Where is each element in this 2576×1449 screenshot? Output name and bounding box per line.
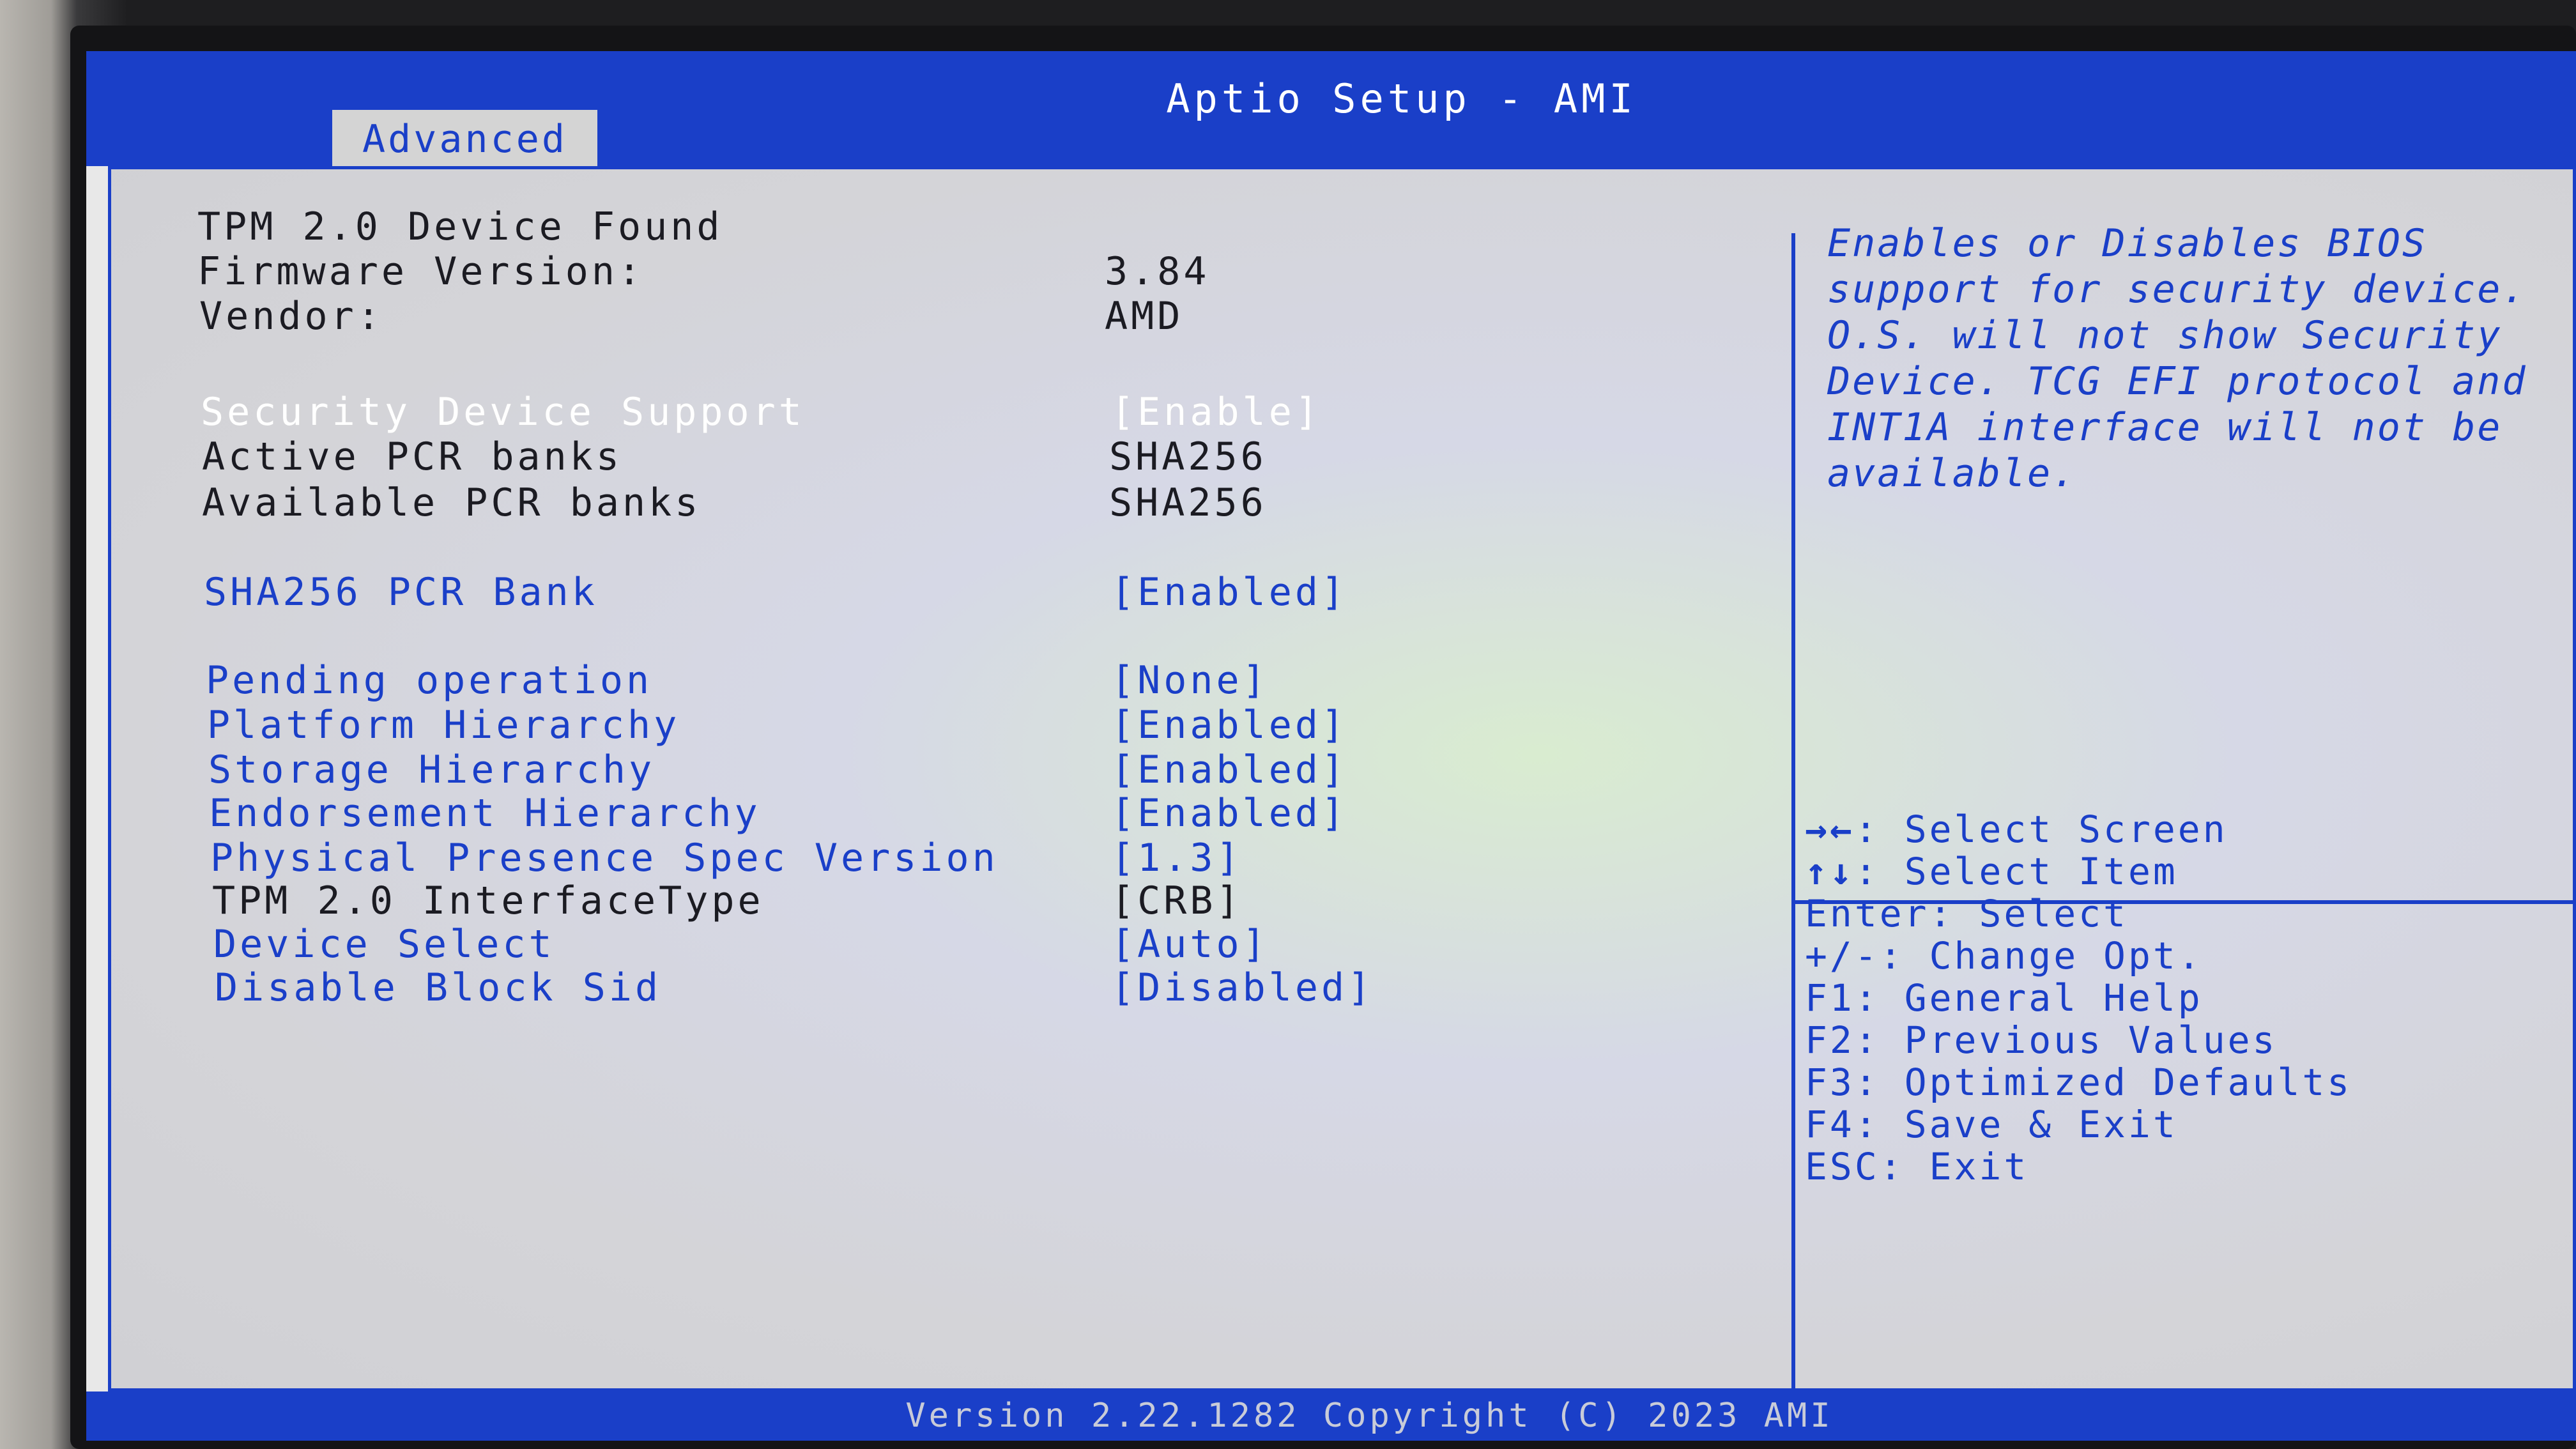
firmware-version-value: 3.84 [1105,249,1210,294]
row-label: Endorsement Hierarchy [209,791,761,836]
security-device-support-value[interactable]: [Enable] [1111,390,1321,434]
storage-hierarchy-value[interactable]: [Enabled] [1111,747,1347,792]
tab-advanced[interactable]: Advanced [332,110,597,167]
up-down-arrows-icon: ↑↓ [1805,850,1855,893]
row-label: Storage Hierarchy [208,747,656,792]
row-label: SHA256 PCR Bank [204,570,598,615]
panel-divider-vertical [1791,233,1795,1431]
active-pcr-banks-value: SHA256 [1109,434,1267,479]
row-label: Pending operation [206,658,653,703]
disable-block-sid-value[interactable]: [Disabled] [1111,965,1374,1010]
row-label: Vendor: [199,294,383,339]
key-change-opt: +/-: Change Opt. [1805,934,2203,977]
device-select-value[interactable]: [Auto] [1111,922,1269,967]
key-esc: ESC: Exit [1805,1145,2029,1188]
key-select-item: ↑↓: Select Item [1805,850,2178,893]
available-pcr-banks-value: SHA256 [1109,480,1267,525]
help-text: Enables or Disables BIOS support for sec… [1827,221,2527,496]
platform-hierarchy-value[interactable]: [Enabled] [1111,703,1347,747]
key-f4: F4: Save & Exit [1805,1103,2178,1146]
row-label: Platform Hierarchy [207,703,680,747]
row-label: Active PCR banks [202,434,622,479]
row-label: Security Device Support [201,390,805,434]
key-f1: F1: General Help [1805,976,2203,1020]
title-bar: Aptio Setup - AMI Advanced [86,51,2576,167]
version-footer: Version 2.22.1282 Copyright (C) 2023 AMI [905,1397,1834,1435]
row-label: Device Select [213,922,555,967]
vendor-value: AMD [1105,294,1184,339]
physical-presence-spec-version-value[interactable]: [1.3] [1111,836,1243,880]
row-label: Disable Block Sid [215,965,662,1010]
endorsement-hierarchy-value[interactable]: [Enabled] [1111,791,1347,836]
key-f2: F2: Previous Values [1805,1018,2278,1062]
tpm-interface-type-value: [CRB] [1111,878,1243,923]
pending-operation-value[interactable]: [None] [1111,658,1269,703]
status-bar: Version 2.22.1282 Copyright (C) 2023 AMI [86,1392,2576,1441]
key-legend: →←: Select Screen ↑↓: Select Item Enter:… [1805,808,2352,1188]
sha256-pcr-bank-value[interactable]: [Enabled] [1111,570,1347,615]
row-label: TPM 2.0 InterfaceType [212,878,764,923]
row-label: Firmware Version: [197,249,645,294]
row-label: Available PCR banks [202,480,702,525]
bios-screen: Aptio Setup - AMI Advanced TPM 2.0 Devic… [86,51,2576,1441]
row-label: Physical Presence Spec Version [210,836,999,880]
key-select-screen: →←: Select Screen [1805,808,2228,851]
key-f3: F3: Optimized Defaults [1805,1061,2352,1104]
row-label: TPM 2.0 Device Found [197,204,723,249]
key-enter: Enter: Select [1805,892,2128,935]
left-right-arrows-icon: →← [1805,808,1855,851]
